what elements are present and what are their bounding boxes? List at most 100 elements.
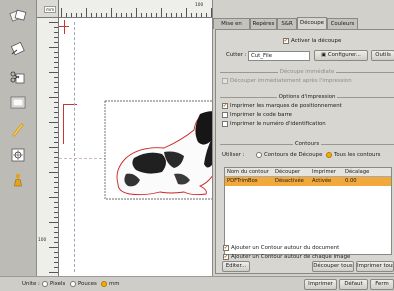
tab-reperes[interactable]: Repères	[250, 18, 277, 29]
contours-title: Contours	[292, 141, 322, 147]
close-button[interactable]: Ferm	[370, 279, 394, 290]
configure-button[interactable]: ▣ Configurer...	[314, 50, 368, 61]
unit-mm-label: mm	[109, 281, 120, 287]
ruler-tick	[161, 8, 162, 17]
ruler-tick	[151, 13, 152, 17]
ruler-tick	[54, 37, 58, 38]
ruler-tick	[49, 97, 58, 98]
column-header-cut[interactable]: Découper	[275, 169, 300, 175]
print-button[interactable]: Imprimer	[304, 279, 337, 290]
status-bar: Unite : Pixels Pouces mm Imprimer Défaut…	[0, 276, 394, 291]
ruler-tick	[101, 13, 102, 17]
link-icon[interactable]	[8, 120, 28, 140]
cutter-label: Cutter :	[226, 52, 247, 58]
tab-couleurs[interactable]: Couleurs	[327, 18, 358, 29]
ruler-unit-label: mm	[44, 6, 57, 13]
print-id-number-checkbox[interactable]: Imprimer le numéro d'identification	[222, 121, 326, 127]
app-window: 100 mm 100 Mise en Repères S&R Découpe C…	[0, 0, 394, 291]
all-contours-radio[interactable]: Tous les contours	[326, 152, 380, 158]
ruler-tick	[146, 13, 147, 17]
scissors-icon[interactable]	[8, 68, 28, 88]
print-all-button[interactable]: Imprimer tous	[356, 261, 394, 272]
cutter-field[interactable]: Cut_File	[248, 51, 310, 61]
add-image-contour-checkbox[interactable]: ✔ Ajouter un Contour autour de chaque im…	[223, 254, 350, 260]
unchecked-box-icon	[222, 121, 228, 127]
add-doc-contour-checkbox[interactable]: ✔ Ajouter un Contour autour du document	[223, 245, 339, 251]
horizontal-ruler: 100	[37, 0, 212, 18]
ruler-tick	[54, 107, 58, 108]
target-icon[interactable]	[8, 145, 28, 165]
unit-pixels-radio[interactable]: Pixels	[42, 281, 65, 287]
ruler-tick	[54, 77, 58, 78]
ruler-tick	[191, 13, 192, 17]
ruler-tick	[54, 52, 58, 53]
print-barcode-checkbox[interactable]: Imprimer le code barre	[222, 112, 292, 118]
ruler-tick	[171, 13, 172, 17]
ruler-tick	[49, 22, 58, 23]
activate-cut-label: Activer la découpe	[291, 38, 342, 44]
ruler-tick	[54, 137, 58, 138]
ruler-tick	[54, 127, 58, 128]
ruler-tick	[54, 132, 58, 133]
column-header-name[interactable]: Nom du contour	[227, 169, 269, 175]
unit-mm-radio[interactable]: mm	[101, 281, 120, 287]
tool-column	[0, 0, 37, 276]
ruler-tick	[54, 57, 58, 58]
ruler-tick	[131, 13, 132, 17]
immediate-cut-title: Découpe immédiate	[277, 69, 337, 75]
checkmark-icon: ✔	[223, 244, 229, 251]
edit-button[interactable]: Editer...	[222, 261, 250, 272]
tools-button[interactable]: Outils	[371, 50, 394, 61]
table-header: Nom du contour Découper Imprimer Décalag…	[225, 168, 391, 177]
print-registration-marks-checkbox[interactable]: ✔ Imprimer les marques de positionnement	[222, 103, 342, 109]
print-dialog-panel: Mise en page Repères S&R Découpe Couleur…	[212, 0, 394, 276]
ruler-tick	[49, 172, 58, 173]
checkmark-icon: ✔	[283, 37, 289, 44]
ruler-tick	[54, 32, 58, 33]
cut-all-button[interactable]: Découper tous	[312, 261, 354, 272]
radio-icon	[42, 281, 48, 287]
checkmark-icon: ✔	[223, 253, 229, 260]
ruler-tick	[54, 82, 58, 83]
ruler-tick	[49, 272, 58, 273]
ruler-tick	[54, 192, 58, 193]
ruler-tick	[54, 142, 58, 143]
unchecked-box-icon	[222, 112, 228, 118]
ruler-top-label: 100	[195, 3, 204, 8]
contours-group: Contours	[220, 141, 394, 151]
ruler-tick	[54, 67, 58, 68]
pages-icon[interactable]	[8, 6, 28, 26]
cut-contours-radio[interactable]: Contours de Découpe	[256, 152, 322, 158]
ruler-tick	[49, 197, 58, 198]
default-button[interactable]: Défaut	[339, 279, 368, 290]
tab-s-and-r[interactable]: S&R	[277, 18, 297, 29]
column-header-print[interactable]: Imprimer	[312, 169, 336, 175]
ruler-tick	[54, 102, 58, 103]
person-icon[interactable]	[8, 170, 28, 190]
ruler-tick	[49, 122, 58, 123]
ruler-tick	[54, 257, 58, 258]
ruler-tick	[61, 8, 62, 17]
table-row[interactable]: PDFTrimBox Désactivée Activée 0.00	[225, 177, 391, 186]
preview-canvas[interactable]: 100 mm 100	[37, 0, 246, 276]
edit-icon[interactable]	[8, 39, 28, 59]
ruler-tick	[96, 13, 97, 17]
decoupe-panel: ✔ Activer la découpe Cutter : Cut_File ▣…	[215, 29, 394, 274]
ruler-tick	[136, 8, 137, 17]
ruler-tick	[54, 112, 58, 113]
ruler-tick	[54, 87, 58, 88]
ruler-tick	[54, 242, 58, 243]
unit-inches-radio[interactable]: Pouces	[70, 281, 97, 287]
frame-icon[interactable]	[8, 93, 28, 113]
radio-icon	[70, 281, 76, 287]
tab-decoupe[interactable]: Découpe	[297, 17, 327, 29]
tab-mise-en-page[interactable]: Mise en page	[213, 18, 250, 37]
activate-cut-checkbox[interactable]: ✔ Activer la découpe	[283, 38, 341, 44]
ruler-tick	[54, 152, 58, 153]
column-header-offset[interactable]: Décalage	[345, 169, 369, 175]
ruler-tick	[54, 217, 58, 218]
ruler-tick	[54, 187, 58, 188]
ruler-tick	[54, 267, 58, 268]
ruler-tick	[54, 262, 58, 263]
ruler-tick	[54, 232, 58, 233]
